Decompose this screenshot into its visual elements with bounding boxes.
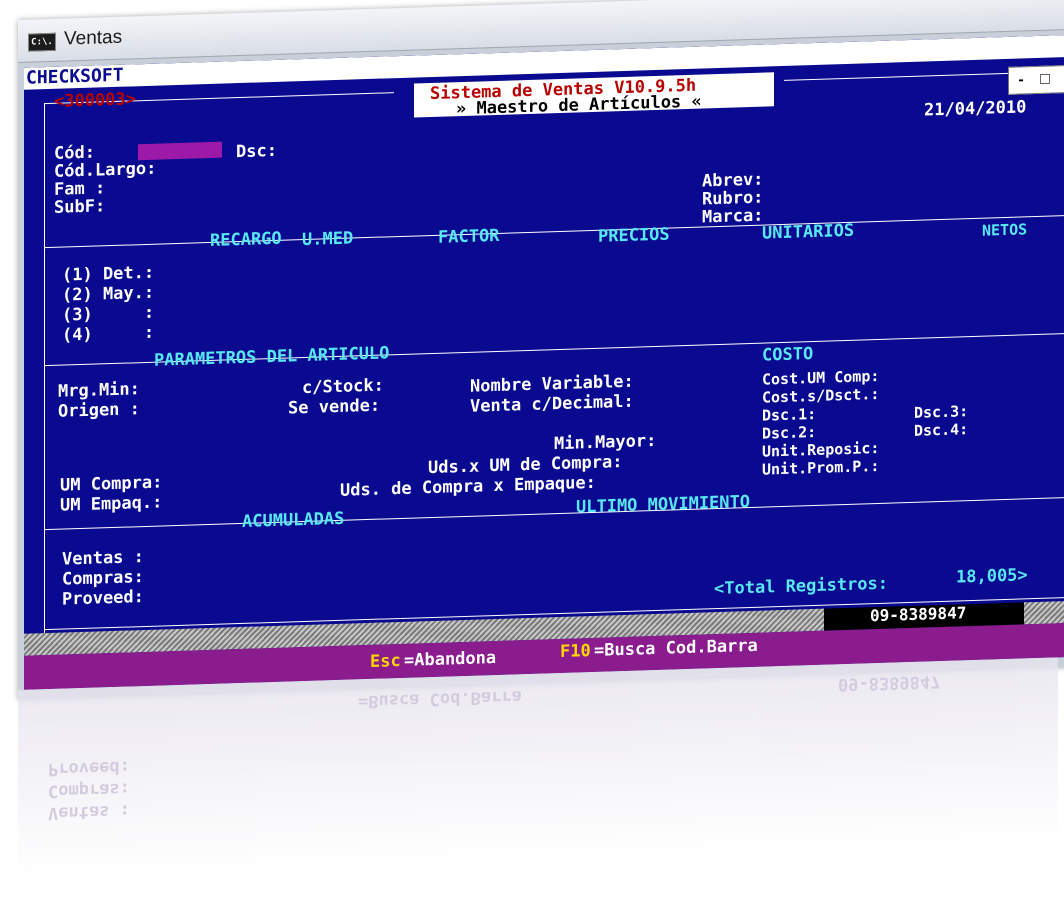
- reflection-compras: Compras:: [48, 778, 130, 802]
- origen-label: Origen :: [58, 399, 140, 422]
- window-title: Ventas: [64, 26, 123, 50]
- dsc2-label: Dsc.2:: [762, 422, 817, 443]
- dsc4-label: Dsc.4:: [914, 420, 969, 440]
- price-row-3: (3) :: [62, 302, 155, 326]
- price-row-1: (1) Det.:: [62, 262, 155, 286]
- costo-header: COSTO: [762, 344, 814, 366]
- reflection-status: =Busca Cod.Barra: [358, 686, 522, 712]
- netos-header: NETOS: [982, 220, 1028, 240]
- factor-header: FACTOR: [438, 225, 500, 248]
- unit-prom-p-label: Unit.Prom.P.:: [762, 456, 880, 479]
- phone-number: 09-8389847: [870, 603, 967, 626]
- proveed-label: Proveed:: [62, 587, 144, 610]
- ventas-window: C:\. Ventas CHECKSOFT <300003> Sistema d…: [18, 0, 1064, 700]
- um-empaq-label: UM Empaq.:: [60, 492, 163, 516]
- console-app-icon: C:\.: [28, 32, 56, 52]
- se-vende-label: Se vende:: [288, 395, 381, 419]
- hatch-right: [1024, 600, 1064, 625]
- brand-label: CHECKSOFT: [26, 64, 124, 89]
- dsc-label: Dsc:: [236, 140, 277, 163]
- reflection-ventas: Ventas :: [48, 800, 130, 824]
- cod-largo-label: Cód.Largo:: [54, 158, 157, 182]
- frame-left: [44, 103, 45, 652]
- f10-key[interactable]: F10: [560, 641, 591, 662]
- acumuladas-header: ACUMULADAS: [242, 508, 345, 532]
- screenshot-scene: C:\. Ventas CHECKSOFT <300003> Sistema d…: [0, 0, 1064, 910]
- dsc3-label: Dsc.3:: [914, 402, 969, 422]
- ultimo-movimiento-header: ULTIMO MOVIMIENTO: [576, 491, 750, 518]
- marca-label: Marca:: [702, 205, 764, 228]
- unitarios-header: UNITARIOS: [762, 220, 855, 244]
- cod-input[interactable]: [138, 141, 222, 161]
- total-registros-value: 18,005>: [956, 565, 1028, 588]
- mrg-min-label: Mrg.Min:: [58, 379, 140, 402]
- c-stock-label: c/Stock:: [302, 375, 384, 399]
- record-code: <300003>: [54, 89, 136, 112]
- ventas-label: Ventas :: [62, 547, 144, 570]
- total-registros-label: <Total Registros:: [714, 573, 888, 600]
- esc-key[interactable]: Esc: [370, 651, 401, 672]
- recargo-header: RECARGO: [210, 228, 282, 251]
- date-display: 21/04/2010: [924, 97, 1027, 121]
- esc-action: =Abandona: [404, 647, 497, 671]
- maximize-button[interactable]: □: [1033, 66, 1057, 93]
- acumuladas-divider: [44, 496, 1064, 531]
- uds-compra-empaque-label: Uds. de Compra x Empaque:: [340, 472, 596, 501]
- precios-header: PRECIOS: [598, 224, 670, 247]
- close-button[interactable]: ×: [1057, 66, 1064, 93]
- min-mayor-label: Min.Mayor:: [554, 430, 657, 455]
- um-compra-label: UM Compra:: [60, 472, 163, 496]
- reflection-phone: 09-8389847: [838, 671, 941, 695]
- console-screen[interactable]: CHECKSOFT <300003> Sistema de Ventas V10…: [24, 34, 1064, 690]
- price-row-4: (4) :: [62, 322, 155, 346]
- window-reflection: =Busca Cod.Barra 09-8389847 Proveed: Com…: [18, 657, 1058, 910]
- minimize-button[interactable]: -: [1009, 67, 1033, 94]
- price-row-2: (2) May.:: [62, 282, 155, 306]
- console-window-buttons: -□×: [1008, 64, 1064, 95]
- parametros-header: PARAMETROS DEL ARTICULO: [154, 343, 390, 371]
- venta-decimal-label: Venta c/Decimal:: [470, 391, 634, 417]
- f10-action: =Busca Cod.Barra: [594, 635, 758, 661]
- reflection-proveed: Proveed:: [48, 756, 130, 780]
- subf-label: SubF:: [54, 196, 106, 218]
- compras-label: Compras:: [62, 567, 144, 590]
- dsc1-label: Dsc.1:: [762, 404, 817, 425]
- umed-header: U.MED: [302, 228, 354, 251]
- price-divider: [44, 214, 1064, 249]
- cost-s-dsct-label: Cost.s/Dsct.:: [762, 384, 880, 407]
